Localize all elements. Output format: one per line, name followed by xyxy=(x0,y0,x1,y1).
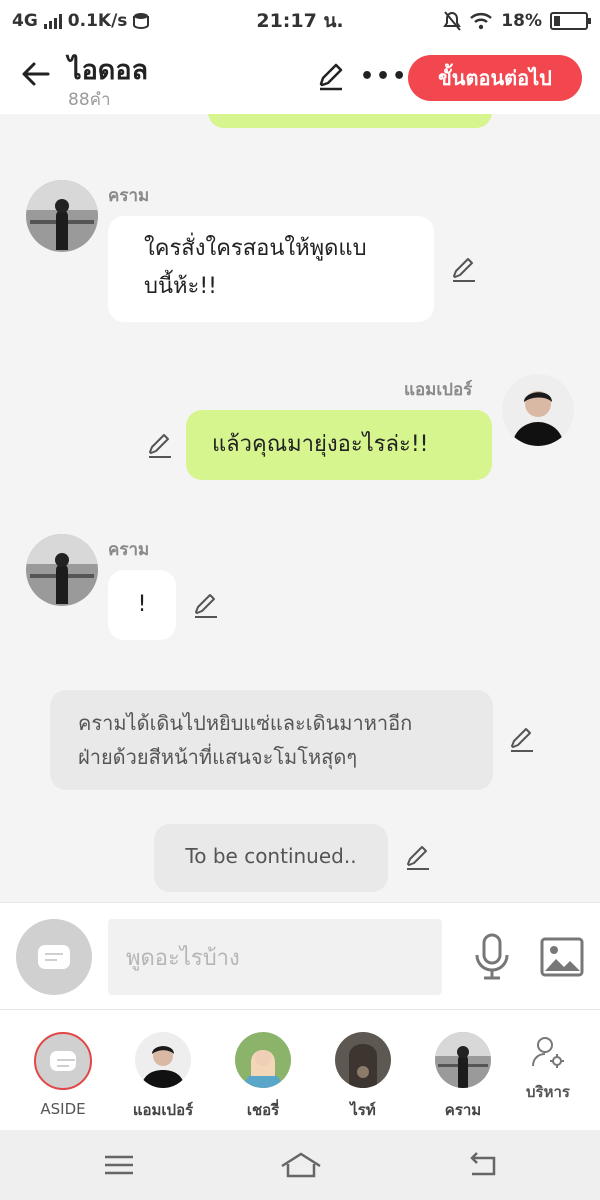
microphone-icon[interactable] xyxy=(472,933,512,981)
chat-bubble-icon xyxy=(38,945,70,969)
network-speed: 0.1K/s xyxy=(67,11,128,31)
message-text-line: บนี้ห้ะ!! xyxy=(144,274,217,299)
edit-title-icon[interactable] xyxy=(316,62,346,92)
chat-header: ไอดอล 88คำ ••• ขั้นตอนต่อไป xyxy=(0,42,600,114)
back-arrow-icon[interactable] xyxy=(20,58,52,90)
sender-name: คราม xyxy=(108,186,150,206)
avatar-kram[interactable] xyxy=(26,534,98,606)
edit-message-icon[interactable] xyxy=(146,432,174,460)
avatar-cherry xyxy=(235,1032,291,1088)
message-bubble[interactable]: แล้วคุณมายุ่งอะไรล่ะ!! xyxy=(186,410,492,480)
message-bubble[interactable]: ใครสั่งใครสอนให้พูดแบ บนี้ห้ะ!! xyxy=(108,216,434,322)
character-cherry[interactable]: เชอรี่ xyxy=(215,1032,311,1122)
avatar-kram[interactable] xyxy=(26,180,98,252)
edit-message-icon[interactable] xyxy=(508,726,536,754)
mute-bell-icon xyxy=(443,11,462,31)
avatar-amper[interactable] xyxy=(502,374,574,446)
chat-thread[interactable]: คราม ใครสั่งใครสอนให้พูดแบ บนี้ห้ะ!! แอม… xyxy=(0,114,600,902)
character-label: ASIDE xyxy=(40,1100,86,1118)
system-nav-bar xyxy=(0,1130,600,1200)
message-bubble[interactable]: ! xyxy=(108,570,176,640)
data-saver-icon xyxy=(133,13,150,30)
sender-name: แอมเปอร์ xyxy=(404,380,473,400)
status-bar: 4G 0.1K/s 21:17 น. 18% xyxy=(0,0,600,42)
message-text: ! xyxy=(137,592,147,617)
character-wright[interactable]: ไรท์ xyxy=(315,1032,411,1122)
more-options-icon[interactable]: ••• xyxy=(360,64,408,89)
menu-icon[interactable] xyxy=(102,1150,136,1180)
aside-selected-circle xyxy=(34,1032,92,1090)
narration-text-line: ครามได้เดินไปหยิบแซ่และเดินมาหาอีก xyxy=(78,711,413,735)
image-icon[interactable] xyxy=(540,937,584,977)
character-label: เชอรี่ xyxy=(246,1101,280,1119)
avatar-wright xyxy=(335,1032,391,1088)
back-icon[interactable] xyxy=(466,1150,500,1180)
character-selector: ASIDE แอมเปอร์ เชอรี่ ไรท์ คราม บริหาร xyxy=(0,1010,600,1130)
message-text-line: ใครสั่งใครสอนให้พูดแบ xyxy=(144,236,367,261)
narration-bubble[interactable]: ครามได้เดินไปหยิบแซ่และเดินมาหาอีก ฝ่ายด… xyxy=(50,690,493,790)
home-icon[interactable] xyxy=(280,1150,322,1180)
story-title: ไอดอล xyxy=(68,55,149,86)
chat-bubble-icon xyxy=(50,1051,76,1071)
character-label: คราม xyxy=(444,1101,482,1119)
character-kram[interactable]: คราม xyxy=(415,1032,511,1122)
message-text: แล้วคุณมายุ่งอะไรล่ะ!! xyxy=(212,432,429,457)
narration-text: To be continued.. xyxy=(185,844,357,868)
manage-characters-button[interactable]: บริหาร xyxy=(510,1034,586,1104)
avatar-kram xyxy=(435,1032,491,1088)
wifi-icon xyxy=(470,13,493,30)
message-input[interactable]: พูดอะไรบ้าง xyxy=(108,919,442,995)
avatar-amper xyxy=(135,1032,191,1088)
word-count: 88คำ xyxy=(68,90,111,110)
signal-icon xyxy=(43,13,62,29)
narration-text-line: ฝ่ายด้วยสีหน้าที่แสนจะโมโหสุดๆ xyxy=(78,745,358,769)
aside-toggle-button[interactable] xyxy=(16,919,92,995)
manage-user-icon xyxy=(532,1037,564,1068)
battery-icon xyxy=(550,12,591,30)
edit-message-icon[interactable] xyxy=(192,592,220,620)
battery-percent: 18% xyxy=(501,11,542,31)
previous-message-bubble[interactable] xyxy=(208,114,492,128)
character-amper[interactable]: แอมเปอร์ xyxy=(115,1032,211,1122)
network-type: 4G xyxy=(12,11,38,31)
clock: 21:17 น. xyxy=(256,10,344,32)
manage-label: บริหาร xyxy=(526,1083,570,1101)
character-aside[interactable]: ASIDE xyxy=(15,1032,111,1118)
composer-bar: พูดอะไรบ้าง xyxy=(0,902,600,1010)
character-label: ไรท์ xyxy=(350,1101,376,1119)
sender-name: คราม xyxy=(108,540,150,560)
character-label: แอมเปอร์ xyxy=(132,1101,194,1119)
edit-message-icon[interactable] xyxy=(450,256,478,284)
edit-message-icon[interactable] xyxy=(404,844,432,872)
next-step-button[interactable]: ขั้นตอนต่อไป xyxy=(408,55,582,101)
narration-bubble[interactable]: To be continued.. xyxy=(154,824,388,892)
